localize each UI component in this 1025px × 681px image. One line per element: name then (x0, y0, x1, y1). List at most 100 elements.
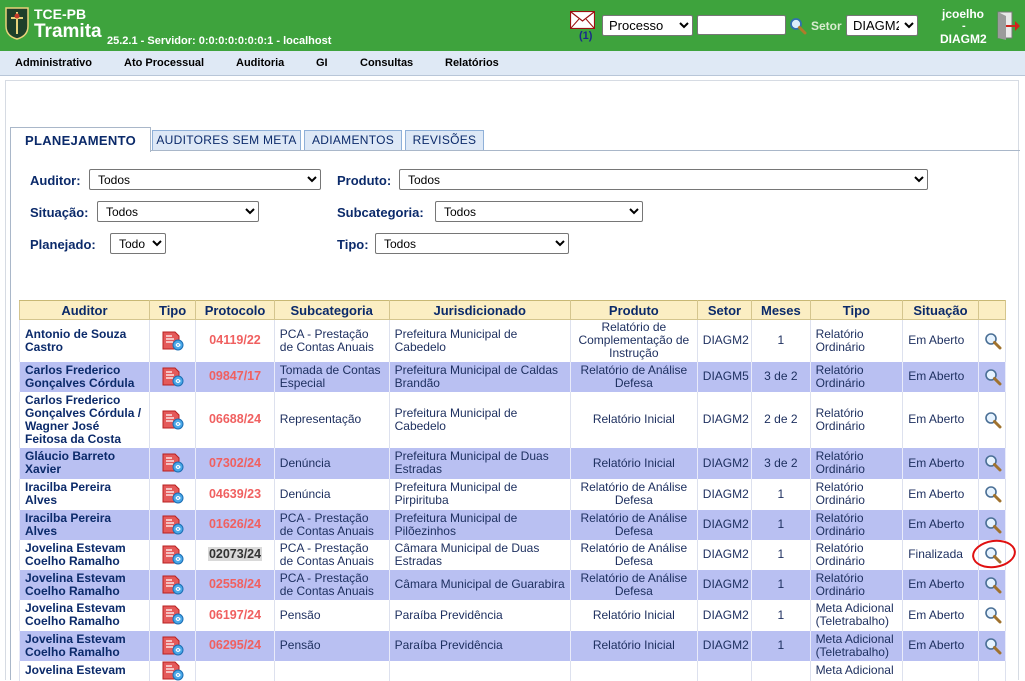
magnifier-icon[interactable] (984, 606, 1002, 624)
cell-auditor: Jovelina Estevam Coelho Ramalho (19, 539, 150, 570)
protocol-link[interactable]: 04119/22 (209, 333, 260, 347)
produto-select[interactable]: Todos (399, 169, 928, 190)
protocol-link[interactable]: 09847/17 (209, 369, 261, 383)
cell-tipo: Meta Adicional (Teletrabalho) (809, 599, 904, 631)
col-situacao[interactable]: Situação (902, 300, 979, 320)
table-row[interactable]: Jovelina Estevam Coelho Ramalho 02073/24 P… (19, 539, 1007, 570)
col-produto[interactable]: Produto (569, 300, 698, 320)
document-icon[interactable] (161, 545, 185, 565)
protocol-link[interactable]: 07302/24 (209, 456, 261, 470)
document-icon[interactable] (161, 331, 185, 351)
menu-gi[interactable]: GI (316, 57, 328, 69)
cell-meses: 3 de 2 (751, 447, 811, 479)
protocol-link[interactable]: 06295/24 (209, 638, 261, 652)
search-icon[interactable] (789, 17, 807, 35)
tce-logo-icon (5, 7, 29, 40)
col-protocolo[interactable]: Protocolo (195, 300, 275, 320)
cell-produto: Relatório de Análise Defesa (569, 361, 698, 392)
table-row[interactable]: Jovelina Estevam Coelho Ramalho 06197/24 P… (19, 599, 1007, 631)
cell-tipo-doc (148, 539, 197, 570)
cell-produto: Relatório de Análise Defesa (569, 569, 698, 600)
cell-situacao: Em Aberto (902, 630, 979, 661)
tab-revisoes[interactable]: REVISÕES (405, 130, 484, 150)
situacao-select[interactable]: Todos (97, 201, 259, 222)
tab-auditores-sem-meta[interactable]: AUDITORES SEM META (152, 130, 301, 150)
magnifier-icon[interactable] (984, 637, 1002, 655)
cell-setor: DIAGM2 (696, 509, 753, 540)
brand-app: Tramita (34, 21, 102, 42)
col-auditor[interactable]: Auditor (19, 300, 150, 320)
cell-auditor: Iracilba Pereira Alves (19, 478, 150, 510)
menu-ato-processual[interactable]: Ato Processual (124, 57, 204, 69)
cell-setor: DIAGM5 (696, 361, 753, 392)
document-icon[interactable] (161, 605, 185, 625)
magnifier-icon[interactable] (984, 576, 1002, 594)
menu-auditoria[interactable]: Auditoria (236, 57, 284, 69)
protocol-link[interactable]: 06197/24 (209, 608, 261, 622)
magnifier-icon[interactable] (984, 368, 1002, 386)
table-row[interactable]: Gláucio Barreto Xavier 07302/24 Denúncia Pr… (19, 447, 1007, 479)
protocol-link[interactable]: 02073/24 (207, 547, 263, 561)
protocol-link[interactable]: 06688/24 (209, 412, 261, 426)
table-row[interactable]: Iracilba Pereira Alves 01626/24 PCA - Pres… (19, 509, 1007, 540)
table-row[interactable]: Carlos Frederico Gonçalves Córdula / Wag… (19, 391, 1007, 448)
cell-protocolo: 06197/24 (195, 599, 275, 631)
magnifier-icon[interactable] (984, 485, 1002, 503)
document-icon[interactable] (161, 410, 185, 430)
planejado-select[interactable]: Todos (110, 233, 166, 254)
menu-consultas[interactable]: Consultas (360, 57, 413, 69)
tab-adiamentos[interactable]: ADIAMENTOS (304, 130, 402, 150)
auditor-select[interactable]: Todos (89, 169, 321, 190)
cell-protocolo: 09847/17 (195, 361, 275, 392)
table-row[interactable]: Iracilba Pereira Alves 04639/23 Denúncia Pr… (19, 478, 1007, 510)
cell-auditor: Iracilba Pereira Alves (19, 509, 150, 540)
process-search-input[interactable] (697, 15, 786, 35)
col-jurisdicionado[interactable]: Jurisdicionado (388, 300, 571, 320)
document-icon[interactable] (161, 575, 185, 595)
document-icon[interactable] (161, 484, 185, 504)
mail-count[interactable]: (1) (579, 30, 592, 42)
cell-subcategoria: PCA - Prestação de Contas Anuais (273, 539, 390, 570)
cell-tipo: Meta Adicional (Teletrabalho) (809, 630, 904, 661)
main-menu: Administrativo Ato Processual Auditoria … (0, 51, 1025, 76)
tab-planejamento[interactable]: PLANEJAMENTO (10, 127, 151, 152)
protocol-link[interactable]: 02558/24 (209, 577, 261, 591)
cell-subcategoria: Denúncia (273, 478, 390, 510)
col-meses[interactable]: Meses (751, 300, 811, 320)
magnifier-icon[interactable] (984, 516, 1002, 534)
mail-icon[interactable] (570, 11, 595, 29)
magnifier-icon[interactable] (984, 332, 1002, 350)
cell-meses: 1 (751, 630, 811, 661)
protocol-link[interactable]: 04639/23 (209, 487, 261, 501)
cell-actions (977, 478, 1007, 510)
menu-administrativo[interactable]: Administrativo (15, 57, 92, 69)
cell-situacao: Em Aberto (902, 569, 979, 600)
magnifier-icon[interactable] (984, 546, 1002, 564)
setor-select[interactable]: DIAGM2 (846, 15, 918, 36)
table-row[interactable]: Carlos Frederico Gonçalves Córdula 09847/… (19, 361, 1007, 392)
cell-situacao: Em Aberto (902, 361, 979, 392)
logout-icon[interactable] (994, 10, 1020, 40)
document-icon[interactable] (161, 515, 185, 535)
tipo-select[interactable]: Todos (375, 233, 569, 254)
col-tipo-doc[interactable]: Tipo (148, 300, 197, 320)
subcategoria-select[interactable]: Todos (435, 201, 643, 222)
cell-protocolo: 02073/24 (195, 539, 275, 570)
magnifier-icon[interactable] (984, 454, 1002, 472)
col-tipo[interactable]: Tipo (809, 300, 904, 320)
menu-relatorios[interactable]: Relatórios (445, 57, 499, 69)
protocol-link[interactable]: 01626/24 (209, 517, 261, 531)
document-icon[interactable] (161, 367, 185, 387)
document-icon[interactable] (161, 636, 185, 656)
table-row[interactable]: Jovelina Estevam Coelho Ramalho 06295/24 P… (19, 630, 1007, 661)
col-subcategoria[interactable]: Subcategoria (273, 300, 390, 320)
col-setor[interactable]: Setor (696, 300, 753, 320)
cell-actions (977, 599, 1007, 631)
process-type-select[interactable]: Processo (602, 15, 693, 36)
document-icon[interactable] (161, 453, 185, 473)
magnifier-icon[interactable] (984, 411, 1002, 429)
table-row[interactable]: Antonio de Souza Castro 04119/22 PCA - Pre… (19, 319, 1007, 362)
cell-subcategoria: PCA - Prestação de Contas Anuais (273, 569, 390, 600)
table-row[interactable]: Jovelina Estevam Coelho Ramalho 02558/24 P… (19, 569, 1007, 600)
cell-subcategoria: Pensão (273, 630, 390, 661)
